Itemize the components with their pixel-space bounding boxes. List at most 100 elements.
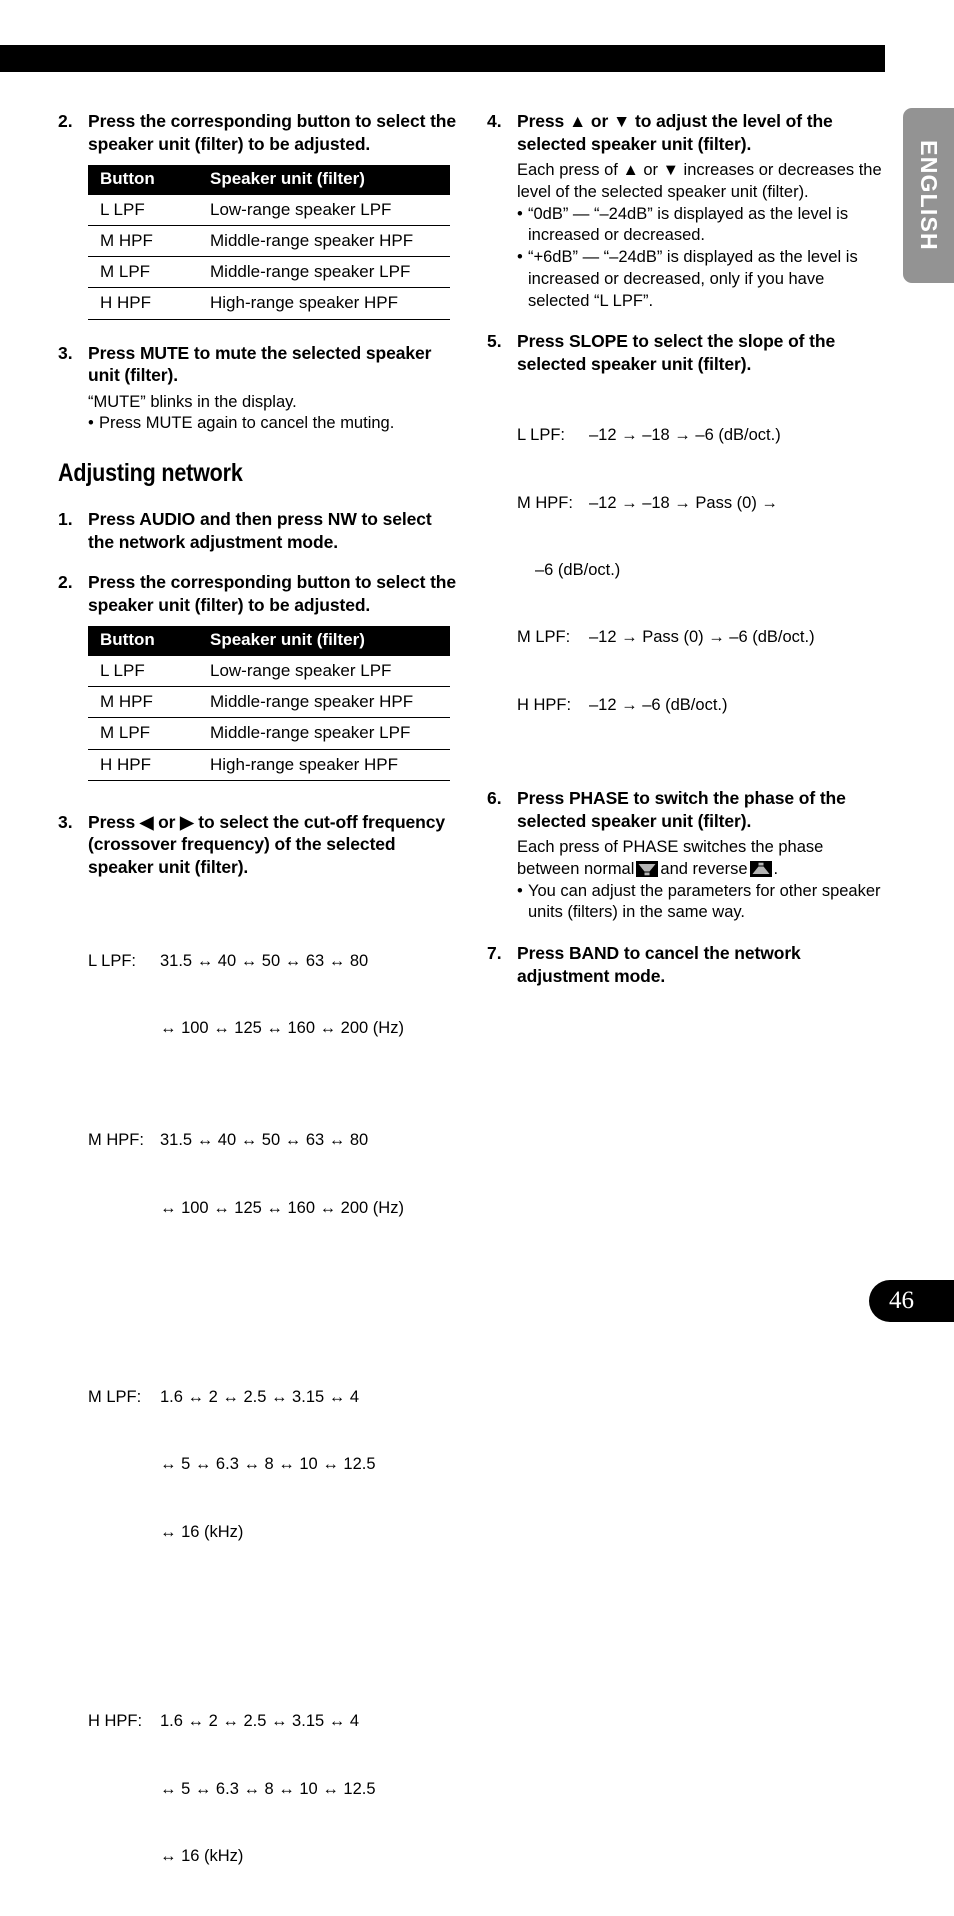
freq-row-m-lpf: M LPF: 1.6 ↔ 2 ↔ 2.5 ↔ 3.15 ↔ 4	[88, 1386, 458, 1408]
slope-row-m-hpf: M HPF: –12 → –18 → Pass (0) →	[517, 492, 887, 514]
step-6-number: 6.	[487, 788, 502, 809]
table-header-row: Button Speaker unit (filter)	[88, 626, 450, 656]
table-cell-button: M HPF	[88, 225, 198, 258]
table-header-row: Button Speaker unit (filter)	[88, 165, 450, 195]
step-6-subtext: Each press of PHASE switches the phase b…	[517, 837, 887, 881]
step-3-title: Press MUTE to mute the selected speaker …	[88, 342, 432, 386]
freq-row-l-lpf: L LPF: 31.5 ↔ 40 ↔ 50 ↔ 63 ↔ 80	[88, 950, 458, 972]
slope-row-h-hpf: H HPF: –12 → –6 (dB/oct.)	[517, 694, 887, 716]
freq-value-cont: ↔ 100 ↔ 125 ↔ 160 ↔ 200 (Hz)	[160, 1198, 404, 1217]
table-row: H HPF High-range speaker HPF	[88, 749, 450, 781]
speaker-unit-table-2: Button Speaker unit (filter) L LPF Low-r…	[88, 626, 450, 781]
slope-value: –12 → Pass (0) → –6 (dB/oct.)	[589, 628, 815, 647]
step-3: 3. Press MUTE to mute the selected speak…	[58, 342, 458, 436]
bullet-dot-icon: •	[517, 881, 523, 900]
freq-value: 1.6 ↔ 2 ↔ 2.5 ↔ 3.15 ↔ 4	[160, 1388, 360, 1407]
network-step-3-title: Press ◀ or ▶ to select the cut-off frequ…	[88, 811, 446, 877]
network-step-1-number: 1.	[58, 509, 73, 530]
bullet-dot-icon: •	[517, 204, 523, 223]
freq-value: 31.5 ↔ 40 ↔ 50 ↔ 63 ↔ 80	[160, 1131, 369, 1150]
step-6-bullet-text: You can adjust the parameters for other …	[528, 881, 881, 922]
network-step-1: 1. Press AUDIO and then press NW to sele…	[58, 508, 458, 553]
network-step-2-title: Press the corresponding button to select…	[88, 572, 457, 615]
freq-value-cont: ↔ 16 (kHz)	[160, 1522, 244, 1541]
step-6-bullet: • You can adjust the parameters for othe…	[517, 881, 887, 925]
right-column: 4. Press ▲ or ▼ to adjust the level of t…	[487, 110, 887, 991]
freq-label: L LPF:	[88, 951, 136, 970]
table-cell-speaker-unit: High-range speaker HPF	[198, 287, 450, 320]
freq-row-m-hpf: M HPF: 31.5 ↔ 40 ↔ 50 ↔ 63 ↔ 80	[88, 1129, 458, 1151]
step-4-title: Press ▲ or ▼ to adjust the level of the …	[517, 111, 833, 154]
network-step-3: 3. Press ◀ or ▶ to select the cut-off fr…	[58, 811, 458, 1912]
step-5: 5. Press SLOPE to select the slope of th…	[487, 330, 887, 761]
header-black-bar	[0, 45, 885, 72]
table-row: M HPF Middle-range speaker HPF	[88, 225, 450, 258]
table-cell-speaker-unit: Low-range speaker LPF	[198, 194, 450, 226]
freq-value: 1.6 ↔ 2 ↔ 2.5 ↔ 3.15 ↔ 4	[160, 1712, 360, 1731]
table-cell-speaker-unit: Low-range speaker LPF	[198, 655, 450, 688]
table-header-speaker-unit: Speaker unit (filter)	[198, 165, 450, 195]
step-4-bullet-2: • “+6dB” — “–24dB” is displayed as the l…	[517, 247, 887, 312]
step-3-bullet: • Press MUTE again to cancel the muting.	[88, 413, 458, 435]
slope-label: L LPF:	[517, 426, 565, 445]
table-cell-button: M LPF	[88, 717, 198, 750]
page-number: 46	[869, 1280, 954, 1322]
network-step-2-number: 2.	[58, 572, 73, 593]
step-2: 2. Press the corresponding button to sel…	[58, 110, 458, 155]
slope-label: M LPF:	[517, 628, 571, 647]
table-row: H HPF High-range speaker HPF	[88, 287, 450, 320]
freq-value-cont: ↔ 100 ↔ 125 ↔ 160 ↔ 200 (Hz)	[160, 1019, 404, 1038]
table-cell-button: L LPF	[88, 655, 198, 688]
phase-reverse-icon	[749, 860, 772, 877]
network-step-1-title: Press AUDIO and then press NW to select …	[88, 509, 432, 552]
slope-label: M HPF:	[517, 493, 573, 512]
step-2-number: 2.	[58, 111, 73, 131]
table-cell-button: M HPF	[88, 686, 198, 719]
table-cell-speaker-unit: High-range speaker HPF	[198, 749, 450, 781]
language-tab-label: ENGLISH	[916, 140, 942, 251]
table-cell-button: H HPF	[88, 749, 198, 781]
phase-normal-icon	[636, 860, 659, 877]
table-cell-speaker-unit: Middle-range speaker LPF	[198, 717, 450, 750]
network-step-2: 2. Press the corresponding button to sel…	[58, 571, 458, 616]
freq-value-cont: ↔ 16 (kHz)	[160, 1846, 244, 1865]
freq-value: 31.5 ↔ 40 ↔ 50 ↔ 63 ↔ 80	[160, 951, 369, 970]
slope-value: –12 → –18 → –6 (dB/oct.)	[589, 426, 781, 445]
section-heading-adjusting-network: Adjusting network	[58, 459, 243, 488]
step-7: 7. Press BAND to cancel the network adju…	[487, 942, 887, 987]
step-6: 6. Press PHASE to switch the phase of th…	[487, 787, 887, 924]
table-row: L LPF Low-range speaker LPF	[88, 194, 450, 226]
step-3-number: 3.	[58, 342, 73, 363]
table-cell-button: L LPF	[88, 194, 198, 226]
table-cell-speaker-unit: Middle-range speaker HPF	[198, 686, 450, 719]
step-4-bullet-1-text: “0dB” — “–24dB” is displayed as the leve…	[528, 204, 849, 245]
table-header-button: Button	[88, 165, 198, 195]
table-header-button: Button	[88, 626, 198, 656]
table-cell-button: M LPF	[88, 256, 198, 289]
step-6-subtext-part2: and reverse	[660, 859, 748, 878]
slope-row-l-lpf: L LPF: –12 → –18 → –6 (dB/oct.)	[517, 424, 887, 446]
step-3-subtext: “MUTE” blinks in the display.	[88, 392, 297, 411]
table-row: M HPF Middle-range speaker HPF	[88, 686, 450, 719]
table-cell-button: H HPF	[88, 287, 198, 320]
slope-value-cont: –6 (dB/oct.)	[535, 561, 621, 580]
freq-row-h-hpf: H HPF: 1.6 ↔ 2 ↔ 2.5 ↔ 3.15 ↔ 4	[88, 1710, 458, 1732]
freq-label: H HPF:	[88, 1712, 143, 1731]
step-7-title: Press BAND to cancel the network adjustm…	[517, 943, 801, 986]
freq-value-cont: ↔ 5 ↔ 6.3 ↔ 8 ↔ 10 ↔ 12.5	[160, 1779, 376, 1798]
left-column: 2. Press the corresponding button to sel…	[58, 110, 458, 1916]
step-5-number: 5.	[487, 331, 502, 352]
step-3-bullet-text: Press MUTE again to cancel the muting.	[99, 414, 395, 433]
table-cell-speaker-unit: Middle-range speaker HPF	[198, 225, 450, 258]
freq-label: M LPF:	[88, 1388, 142, 1407]
cutoff-frequency-list: L LPF: 31.5 ↔ 40 ↔ 50 ↔ 63 ↔ 80 ↔ 100 ↔ …	[88, 883, 458, 1913]
step-4-bullet-2-text: “+6dB” — “–24dB” is displayed as the lev…	[528, 248, 858, 310]
slope-value: –12 → –18 → Pass (0) →	[589, 493, 778, 512]
slope-value: –12 → –6 (dB/oct.)	[589, 695, 728, 714]
table-row: L LPF Low-range speaker LPF	[88, 655, 450, 688]
table-row: M LPF Middle-range speaker LPF	[88, 256, 450, 289]
step-6-subtext-part3: .	[773, 859, 779, 878]
step-5-title: Press SLOPE to select the slope of the s…	[517, 331, 836, 375]
step-4-subtext: Each press of ▲ or ▼ increases or decrea…	[517, 161, 882, 201]
step-4: 4. Press ▲ or ▼ to adjust the level of t…	[487, 110, 887, 312]
